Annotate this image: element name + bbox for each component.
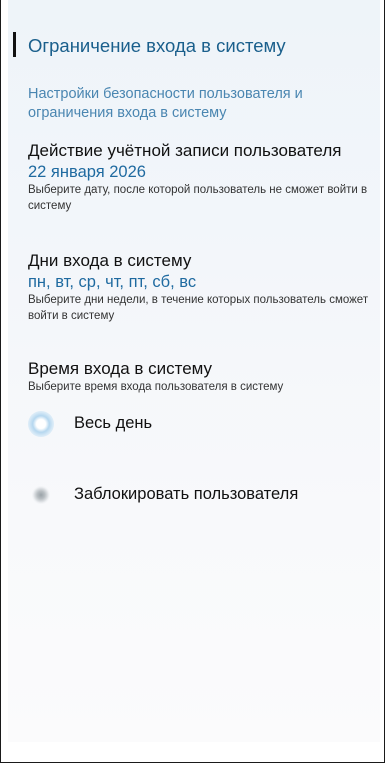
login-time-description: Выберите время входа пользователя в сист… [28, 381, 284, 393]
account-expiry-description: Выберите дату, после которой пользовател… [28, 184, 368, 212]
radio-unselected-icon[interactable] [32, 486, 50, 504]
login-time-setting: Время входа в систему Выберите время вхо… [28, 358, 378, 396]
window-frame: Ограничение входа в систему Настройки бе… [0, 0, 385, 763]
page-subtitle: Настройки безопасности пользователя и ог… [28, 86, 303, 121]
login-days-value: пн, вт, ср, чт, пт, сб, вс [28, 273, 197, 291]
login-days-title: Дни входа в систему [28, 251, 192, 270]
radio-option-all-day[interactable]: Весь день [28, 409, 368, 439]
radio-label-block-user: Заблокировать пользователя [74, 485, 299, 503]
account-expiry-title: Действие учётной записи пользователя [28, 141, 342, 160]
account-expiry-setting[interactable]: Действие учётной записи пользователя 22 … [28, 140, 378, 214]
radio-selected-icon[interactable] [28, 411, 54, 437]
radio-option-block-user[interactable]: Заблокировать пользователя [28, 480, 368, 510]
settings-screen: Ограничение входа в систему Настройки бе… [8, 0, 380, 742]
account-expiry-value: 22 января 2026 [28, 163, 146, 181]
login-days-setting[interactable]: Дни входа в систему пн, вт, ср, чт, пт, … [28, 250, 378, 324]
title-accent-bar [13, 32, 16, 57]
login-time-title: Время входа в систему [28, 359, 213, 378]
radio-label-all-day: Весь день [74, 414, 153, 432]
login-days-description: Выберите дни недели, в течение которых п… [28, 294, 369, 322]
page-title: Ограничение входа в систему [28, 35, 286, 56]
